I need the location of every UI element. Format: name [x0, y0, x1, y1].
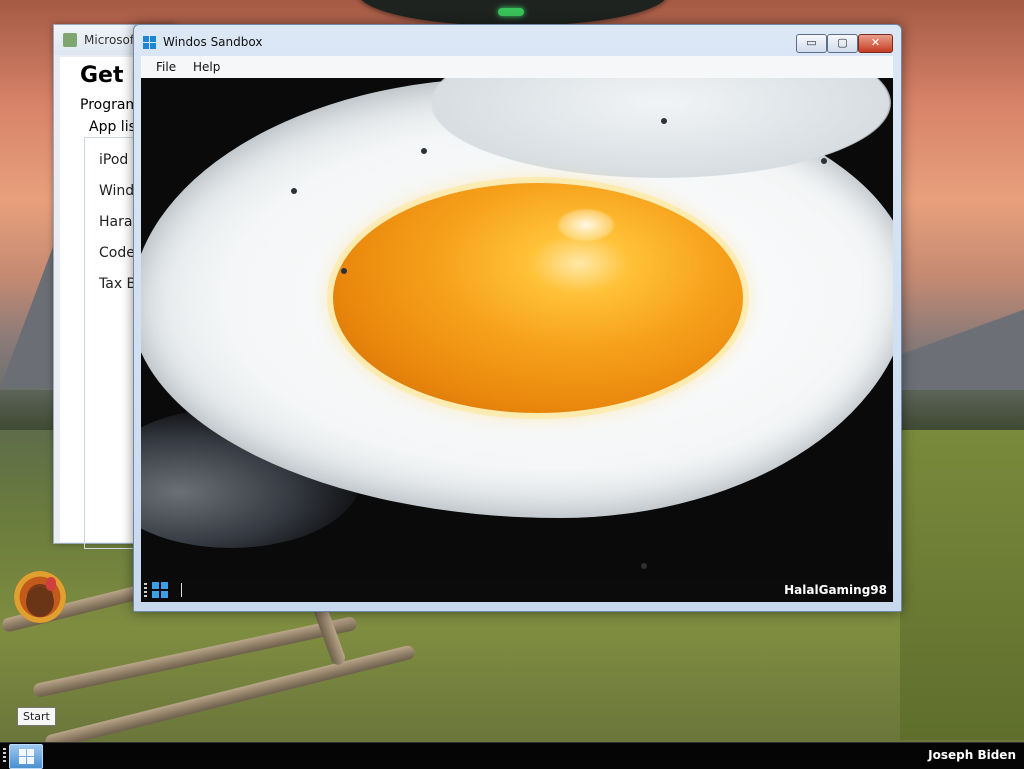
taskbar-grip[interactable]	[3, 748, 6, 764]
sandbox-window-title: Windos Sandbox	[163, 35, 263, 49]
egg-crisp-spot	[641, 563, 647, 569]
menu-bar: File Help	[141, 56, 893, 78]
egg-crisp-spot	[661, 118, 667, 124]
windows-logo-icon	[143, 36, 157, 50]
egg-crisp-spot	[821, 158, 827, 164]
app-icon	[63, 33, 77, 47]
wallpaper-fence-rail	[32, 615, 358, 699]
turkey-mascot-icon[interactable]	[6, 565, 68, 635]
sandbox-titlebar[interactable]: Windos Sandbox ▭ ▢ ✕	[134, 25, 901, 55]
list-item[interactable]: Tax B	[99, 276, 136, 292]
background-window-title: Microsoft	[84, 33, 139, 47]
menu-help[interactable]: Help	[193, 60, 220, 74]
wallpaper-grass	[900, 430, 1024, 740]
menu-file[interactable]: File	[156, 60, 176, 74]
start-tooltip: Start	[17, 707, 56, 726]
list-item[interactable]: Wind	[99, 183, 134, 199]
frying-pan-image	[141, 78, 893, 578]
minimize-button[interactable]: ▭	[796, 34, 827, 53]
taskbar: Joseph Biden	[0, 742, 1024, 769]
turkey-head	[46, 577, 56, 591]
wallpaper-mountain-right	[900, 300, 1024, 390]
gadget-indicator-led	[498, 8, 524, 16]
text-cursor	[181, 583, 182, 597]
taskbar-grip[interactable]	[144, 583, 147, 597]
list-item[interactable]: iPod	[99, 152, 128, 168]
turkey-body	[26, 587, 54, 617]
egg-crisp-spot	[341, 268, 347, 274]
taskbar-user-name: Joseph Biden	[928, 748, 1016, 762]
list-item[interactable]: Code	[99, 245, 135, 261]
wallpaper-fence-rail	[43, 644, 417, 750]
egg-yolk-highlight	[556, 208, 616, 242]
egg-crisp-spot	[291, 188, 297, 194]
close-button[interactable]: ✕	[858, 34, 893, 53]
page-subheading: Program	[80, 97, 140, 113]
egg-crisp-spot	[421, 148, 427, 154]
sandbox-screen[interactable]	[141, 78, 893, 578]
list-item[interactable]: Hara	[99, 214, 132, 230]
egg-yolk	[333, 183, 743, 413]
sandbox-user-name: HalalGaming98	[784, 583, 887, 597]
sandbox-taskbar: HalalGaming98	[141, 578, 893, 602]
maximize-button[interactable]: ▢	[827, 34, 858, 53]
sandbox-window[interactable]: Windos Sandbox ▭ ▢ ✕ File Help HalalGami…	[133, 24, 902, 612]
start-button[interactable]	[9, 744, 43, 769]
windows-logo-icon[interactable]	[152, 582, 168, 598]
